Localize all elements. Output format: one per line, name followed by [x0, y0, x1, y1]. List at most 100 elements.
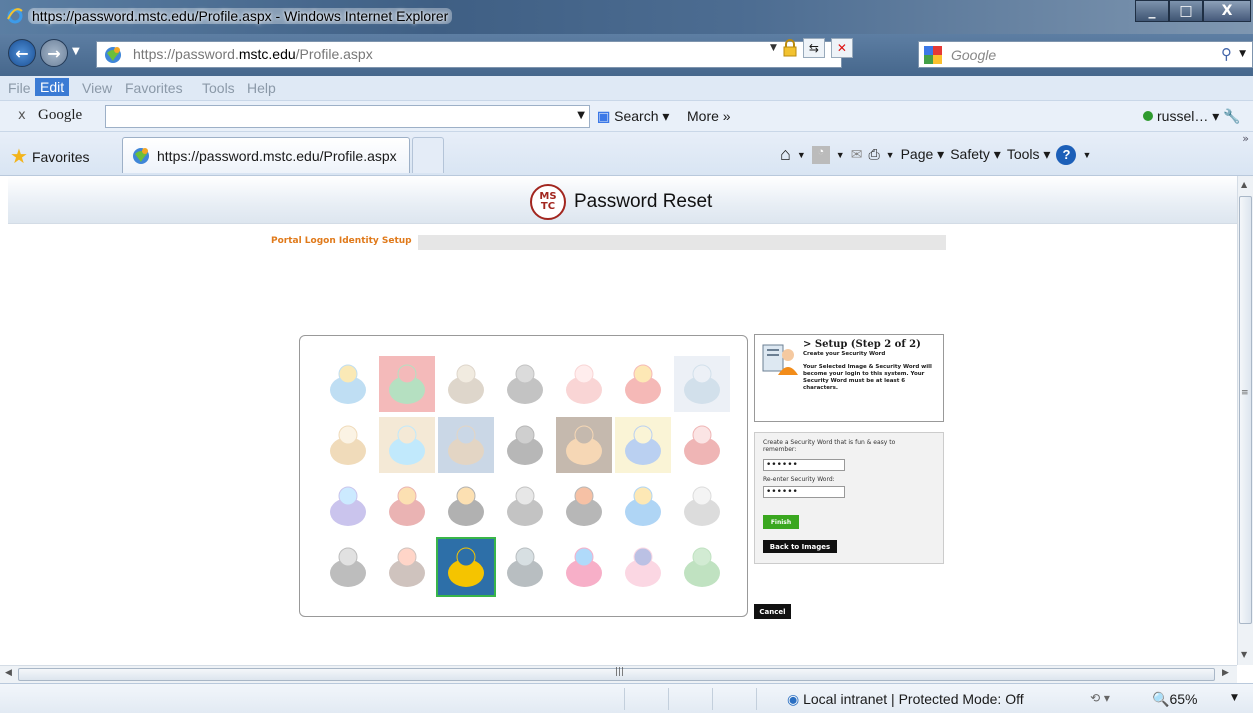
teacups-image[interactable] — [556, 539, 612, 595]
mail-icon[interactable]: ✉ — [851, 146, 863, 163]
vertical-scrollbar[interactable]: ▲ ≡ ▼ — [1237, 176, 1253, 665]
address-dropdown-icon[interactable]: ▼ — [770, 43, 777, 53]
favorites-button[interactable]: ★ Favorites — [10, 144, 90, 169]
harbor-boats-image[interactable] — [674, 356, 730, 412]
close-toolbar-icon[interactable]: x — [18, 108, 26, 123]
scroll-right-icon[interactable]: ▶ — [1222, 668, 1229, 678]
rainbow-landscape-image[interactable] — [379, 356, 435, 412]
google-toolbar-input[interactable]: ▼ — [105, 105, 590, 128]
finish-button[interactable]: Finish — [763, 515, 799, 529]
toucan-image[interactable] — [438, 478, 494, 534]
zoom-dropdown-icon[interactable]: ▼ — [1231, 693, 1238, 703]
menu-edit[interactable]: Edit — [35, 78, 70, 96]
horizontal-scrollbar[interactable]: ◀ ||| ▶ — [0, 665, 1237, 683]
tab-profile-page[interactable]: https://password.mstc.edu/Profile.aspx — [122, 137, 410, 173]
brand: MS TC Password Reset — [530, 184, 712, 220]
google-input-dropdown-icon[interactable]: ▼ — [577, 110, 585, 121]
command-bar: ⌂ ▼ ◔ ▼ ✉ ⎙ ▼ Page ▾ Safety ▾ Tools ▾ ? ▼ — [780, 144, 1091, 165]
tab-portal-logon-identity-setup[interactable]: Portal Logon Identity Setup — [271, 235, 418, 250]
menu-file[interactable]: File — [8, 80, 31, 96]
home-dropdown-icon[interactable]: ▼ — [797, 150, 806, 160]
google-search-button[interactable]: ▣ Search ▾ — [597, 108, 669, 125]
security-zone[interactable]: ◉ Local intranet | Protected Mode: Off — [787, 691, 1024, 708]
google-user-menu[interactable]: russel… ▾ 🔧 — [1143, 108, 1241, 125]
status-divider — [756, 688, 757, 710]
security-word-confirm-input[interactable]: •••••• — [763, 486, 845, 498]
wrench-icon[interactable]: 🔧 — [1223, 108, 1240, 124]
search-icon[interactable]: ⚲ — [1221, 45, 1232, 63]
page-menu[interactable]: Page ▾ — [901, 146, 945, 163]
close-window-button[interactable]: X — [1203, 0, 1251, 22]
running-shoe-image[interactable] — [320, 539, 376, 595]
scroll-down-icon[interactable]: ▼ — [1241, 650, 1247, 659]
motorcycle-jump-image[interactable] — [497, 356, 553, 412]
help-dropdown-icon[interactable]: ▼ — [1082, 150, 1091, 160]
menu-view[interactable]: View — [82, 80, 112, 96]
chess-rook-image[interactable] — [497, 417, 553, 473]
window-controls: _ □ X — [1135, 0, 1251, 22]
more-commands-chevron-icon[interactable]: » — [1242, 132, 1249, 145]
address-row: ← → ▼ https://password.mstc.edu/Profile.… — [0, 34, 1253, 76]
hibiscus-flower-image[interactable] — [615, 356, 671, 412]
maximize-button[interactable]: □ — [1169, 0, 1203, 22]
page-title: Password Reset — [574, 191, 713, 212]
recent-pages-dropdown-icon[interactable]: ▼ — [72, 46, 80, 57]
disco-ball-image[interactable] — [556, 478, 612, 534]
security-word-input[interactable]: •••••• — [763, 459, 845, 471]
help-icon[interactable]: ? — [1056, 144, 1077, 165]
faces-collage-image[interactable] — [379, 539, 435, 595]
forward-button[interactable]: → — [40, 39, 68, 67]
stacked-stones-image[interactable] — [438, 356, 494, 412]
butterfly-image[interactable] — [320, 478, 376, 534]
kettle-image[interactable] — [674, 478, 730, 534]
address-bar[interactable]: https://password.mstc.edu/Profile.aspx — [96, 41, 842, 68]
zoom-level[interactable]: 🔍65% — [1152, 691, 1197, 708]
rss-feed-icon[interactable]: ◔ — [811, 145, 830, 164]
tools-menu[interactable]: Tools ▾ — [1007, 146, 1051, 163]
menu-help[interactable]: Help — [247, 80, 276, 96]
print-dropdown-icon[interactable]: ▼ — [886, 150, 895, 160]
dinosaur-toy-image[interactable] — [674, 539, 730, 595]
print-icon[interactable]: ⎙ — [868, 146, 879, 163]
google-more-button[interactable]: More » — [687, 108, 731, 124]
vertical-scroll-thumb[interactable] — [1239, 196, 1252, 624]
google-toolbar: x Google ▼ ▣ Search ▾ More » russel… ▾ 🔧 — [0, 101, 1253, 132]
mstc-logo: MS TC — [530, 184, 566, 220]
forward-arrow-icon: → — [47, 43, 61, 63]
search-box[interactable]: Google ⚲ ▼ — [918, 41, 1253, 68]
drum-image[interactable] — [379, 478, 435, 534]
menu-tools[interactable]: Tools — [202, 80, 235, 96]
figure-on-ball-image[interactable] — [320, 356, 376, 412]
new-tab-button[interactable] — [412, 137, 444, 173]
menu-favorites[interactable]: Favorites — [125, 80, 183, 96]
lock-icon[interactable] — [783, 39, 797, 57]
car-wheel-image[interactable] — [497, 478, 553, 534]
safety-menu[interactable]: Safety ▾ — [950, 146, 1001, 163]
castle-image[interactable] — [438, 417, 494, 473]
back-to-images-button[interactable]: Back to Images — [763, 540, 837, 553]
home-icon[interactable]: ⌂ — [780, 144, 791, 165]
search-options-dropdown-icon[interactable]: ▼ — [1239, 49, 1246, 59]
feed-dropdown-icon[interactable]: ▼ — [836, 150, 845, 160]
teapot-cookies-image[interactable] — [320, 417, 376, 473]
jet-ski-image[interactable] — [497, 539, 553, 595]
refresh-icon[interactable]: ⇆ — [802, 38, 825, 58]
beach-scene-image[interactable] — [379, 417, 435, 473]
status-bar: ◉ Local intranet | Protected Mode: Off ⟲… — [0, 683, 1253, 713]
tab-row: ★ Favorites https://password.mstc.edu/Pr… — [0, 132, 1253, 176]
scroll-left-icon[interactable]: ◀ — [5, 668, 12, 678]
surfer-wave-image[interactable] — [615, 417, 671, 473]
back-button[interactable]: ← — [8, 39, 36, 67]
scroll-up-icon[interactable]: ▲ — [1241, 180, 1247, 189]
yellow-sports-car-image[interactable] — [436, 537, 496, 597]
heart-shapes-image[interactable] — [615, 539, 671, 595]
tropical-fish-image[interactable] — [615, 478, 671, 534]
horse-silhouette-image[interactable] — [556, 417, 612, 473]
protected-mode-dropdown-icon[interactable]: ⟲ ▾ — [1090, 691, 1110, 705]
cartoon-cat-image[interactable] — [556, 356, 612, 412]
scroll-grip-icon: ≡ — [1241, 388, 1249, 398]
red-toaster-image[interactable] — [674, 417, 730, 473]
minimize-button[interactable]: _ — [1135, 0, 1169, 22]
cancel-button[interactable]: Cancel — [754, 604, 791, 619]
stop-icon[interactable]: ✕ — [830, 38, 853, 58]
